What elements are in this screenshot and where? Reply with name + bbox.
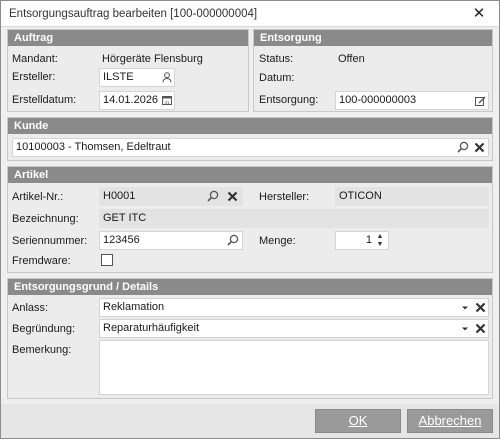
entsorgung-value: 100-000000003 xyxy=(339,94,417,106)
status-value: Offen xyxy=(338,53,365,65)
user-icon[interactable] xyxy=(160,70,174,84)
bezeichnung-label: Bezeichnung: xyxy=(12,213,79,225)
auftrag-header: Auftrag xyxy=(8,30,248,46)
hersteller-label: Hersteller: xyxy=(259,191,310,203)
clear-icon[interactable] xyxy=(225,189,239,203)
svg-text:31: 31 xyxy=(164,100,170,105)
fremdware-checkbox[interactable] xyxy=(101,254,113,266)
clear-icon[interactable] xyxy=(473,321,487,335)
title-bar: Entsorgungsauftrag bearbeiten [100-00000… xyxy=(1,1,499,27)
hersteller-field: OTICON xyxy=(335,187,489,206)
artikel-nr-value: H0001 xyxy=(103,190,136,202)
kunde-value: 10100003 - Thomsen, Edeltraut xyxy=(16,141,171,153)
kunde-field[interactable]: 10100003 - Thomsen, Edeltraut xyxy=(12,138,489,157)
entsorgung-field[interactable]: 100-000000003 xyxy=(335,91,489,110)
close-icon[interactable]: ✕ xyxy=(469,4,489,24)
mandant-value: Hörgeräte Flensburg xyxy=(102,53,203,65)
erstelldatum-label: Erstelldatum: xyxy=(12,94,77,106)
ersteller-value: ILSTE xyxy=(103,71,134,83)
clear-icon[interactable] xyxy=(472,140,486,154)
search-icon[interactable] xyxy=(206,189,220,203)
dropdown-icon[interactable] xyxy=(458,322,472,336)
anlass-value: Reklamation xyxy=(103,301,165,313)
anlass-select[interactable]: Reklamation xyxy=(99,298,489,317)
dropdown-icon[interactable] xyxy=(458,301,472,315)
dialog-window: Entsorgungsauftrag bearbeiten [100-00000… xyxy=(0,0,500,439)
menge-label: Menge: xyxy=(259,235,296,247)
details-header: Entsorgungsgrund / Details xyxy=(8,279,492,295)
mandant-label: Mandant: xyxy=(12,53,58,65)
ok-button[interactable]: OK xyxy=(315,409,401,433)
entsorgung-label: Entsorgung: xyxy=(259,94,319,106)
artikel-nr-label: Artikel-Nr.: xyxy=(12,191,64,203)
calendar-icon[interactable]: 31 xyxy=(160,93,174,107)
ersteller-label: Ersteller: xyxy=(12,71,56,83)
search-icon[interactable] xyxy=(456,140,470,154)
menge-value: 1 xyxy=(365,234,372,246)
begruendung-label: Begründung: xyxy=(12,323,75,335)
seriennummer-value: 123456 xyxy=(103,234,140,246)
clear-icon[interactable] xyxy=(473,300,487,314)
anlass-label: Anlass: xyxy=(12,302,49,314)
artikel-nr-field[interactable]: H0001 xyxy=(99,187,243,206)
window-title: Entsorgungsauftrag bearbeiten [100-00000… xyxy=(9,8,258,20)
hersteller-value: OTICON xyxy=(339,190,382,202)
bezeichnung-field: GET ITC xyxy=(99,209,489,228)
fremdware-label: Fremdware: xyxy=(12,255,71,267)
begruendung-select[interactable]: Reparaturhäufigkeit xyxy=(99,319,489,338)
begruendung-value: Reparaturhäufigkeit xyxy=(103,322,200,334)
bemerkung-textarea[interactable] xyxy=(99,340,489,395)
status-label: Status: xyxy=(259,53,294,65)
artikel-header: Artikel xyxy=(8,167,492,183)
dialog-footer: OK Abbrechen xyxy=(1,404,499,438)
search-icon[interactable] xyxy=(226,233,240,247)
kunde-header: Kunde xyxy=(8,118,492,134)
spin-down-icon[interactable]: ▼ xyxy=(376,241,384,248)
spin-up-icon[interactable]: ▲ xyxy=(376,233,384,240)
edit-icon[interactable] xyxy=(473,93,487,107)
entsorgung-header: Entsorgung xyxy=(254,30,492,46)
bemerkung-label: Bemerkung: xyxy=(12,344,72,356)
bezeichnung-value: GET ITC xyxy=(103,212,147,224)
entsorgung-datum-label: Datum: xyxy=(259,72,295,84)
cancel-button[interactable]: Abbrechen xyxy=(407,409,493,433)
erstelldatum-value: 14.01.2026 xyxy=(103,94,159,106)
seriennummer-field[interactable]: 123456 xyxy=(99,231,243,250)
seriennummer-label: Seriennummer: xyxy=(12,235,88,247)
